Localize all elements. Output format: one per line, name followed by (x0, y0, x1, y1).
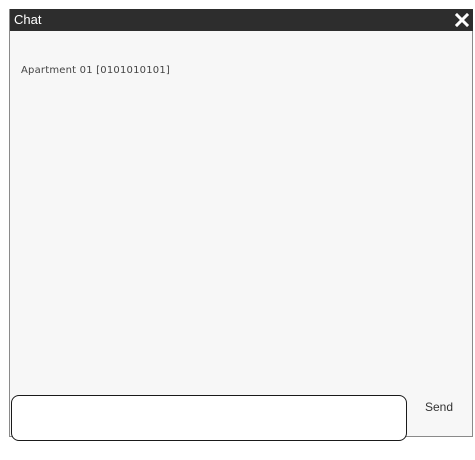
chat-window: Chat Apartment 01 [0101010101] (9, 9, 473, 437)
send-button[interactable]: Send (425, 400, 453, 414)
title-bar[interactable]: Chat (10, 9, 473, 31)
window-title: Chat (14, 12, 42, 27)
message-input[interactable] (11, 395, 407, 441)
close-icon[interactable] (452, 9, 472, 31)
room-label: Apartment 01 [0101010101] (21, 65, 171, 76)
